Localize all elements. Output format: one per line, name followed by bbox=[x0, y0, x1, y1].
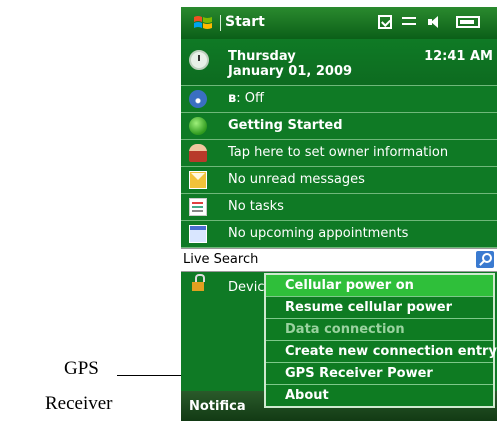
title-separator bbox=[220, 15, 221, 31]
connectivity-icon[interactable] bbox=[402, 15, 418, 29]
start-title[interactable]: Start bbox=[225, 14, 265, 30]
device-screen: Start Thursday January 01, 2009 12:41 AM… bbox=[181, 7, 497, 421]
clock-time: 12:41 AM bbox=[424, 49, 493, 64]
menu-item-label: About bbox=[285, 388, 329, 403]
owner-row[interactable]: Tap here to set owner information bbox=[181, 140, 497, 167]
bluetooth-status: ʙ: Off bbox=[228, 91, 264, 106]
title-bar: Start bbox=[181, 7, 497, 39]
menu-item-label: Create new connection entry bbox=[285, 344, 497, 359]
battery-icon[interactable] bbox=[456, 16, 480, 28]
tasks-label: No tasks bbox=[228, 199, 284, 214]
lock-icon bbox=[192, 274, 205, 291]
annotation-label-gps: GPS bbox=[64, 358, 99, 379]
notification-softkey[interactable]: Notifica bbox=[189, 399, 246, 414]
tasks-row[interactable]: No tasks bbox=[181, 194, 497, 221]
appointments-row[interactable]: No upcoming appointments bbox=[181, 221, 497, 248]
getting-started-label: Getting Started bbox=[228, 118, 343, 133]
menu-item-cellular-power-on[interactable]: Cellular power on bbox=[266, 275, 493, 297]
date-text: Thursday January 01, 2009 bbox=[228, 49, 352, 79]
live-search-bar[interactable]: Live Search bbox=[181, 248, 497, 272]
menu-item-data-connection: Data connection bbox=[266, 319, 493, 341]
menu-item-gps-receiver-power[interactable]: GPS Receiver Power bbox=[266, 363, 493, 385]
search-label[interactable]: Live Search bbox=[183, 252, 258, 267]
full-date: January 01, 2009 bbox=[228, 64, 353, 79]
tasks-icon bbox=[189, 198, 207, 216]
menu-item-label: Cellular power on bbox=[285, 278, 414, 293]
menu-item-label: Resume cellular power bbox=[285, 300, 453, 315]
menu-item-resume-cellular-power[interactable]: Resume cellular power bbox=[266, 297, 493, 319]
date-time-row[interactable]: Thursday January 01, 2009 12:41 AM bbox=[181, 39, 497, 86]
getting-started-row[interactable]: Getting Started bbox=[181, 113, 497, 140]
windows-logo-icon[interactable] bbox=[193, 13, 213, 33]
volume-icon[interactable] bbox=[428, 15, 446, 29]
menu-item-label: GPS Receiver Power bbox=[285, 366, 433, 381]
messages-row[interactable]: No unread messages bbox=[181, 167, 497, 194]
getting-started-icon bbox=[189, 117, 207, 135]
menu-item-about[interactable]: About bbox=[266, 385, 493, 406]
today-screen: Thursday January 01, 2009 12:41 AM ʙ: Of… bbox=[181, 39, 497, 302]
menu-item-create-connection[interactable]: Create new connection entry bbox=[266, 341, 497, 363]
wifi-icon bbox=[189, 90, 207, 108]
mail-icon bbox=[189, 171, 207, 189]
annotation-label-receiver: Receiver bbox=[45, 393, 113, 414]
owner-icon bbox=[189, 144, 207, 162]
system-tray bbox=[378, 15, 480, 29]
messages-label: No unread messages bbox=[228, 172, 365, 187]
wireless-row[interactable]: ʙ: Off bbox=[181, 86, 497, 113]
owner-label: Tap here to set owner information bbox=[228, 145, 449, 160]
menu-item-label: Data connection bbox=[285, 322, 405, 337]
wireless-popup-menu: Cellular power on Resume cellular power … bbox=[264, 273, 497, 408]
notification-check-icon[interactable] bbox=[378, 15, 392, 29]
weekday: Thursday bbox=[228, 49, 296, 64]
clock-icon bbox=[189, 50, 209, 70]
bluetooth-icon: ʙ bbox=[228, 91, 237, 106]
appointments-label: No upcoming appointments bbox=[228, 226, 409, 241]
search-icon[interactable] bbox=[476, 251, 494, 268]
calendar-icon bbox=[189, 225, 207, 243]
bluetooth-status-text: : Off bbox=[236, 91, 264, 106]
